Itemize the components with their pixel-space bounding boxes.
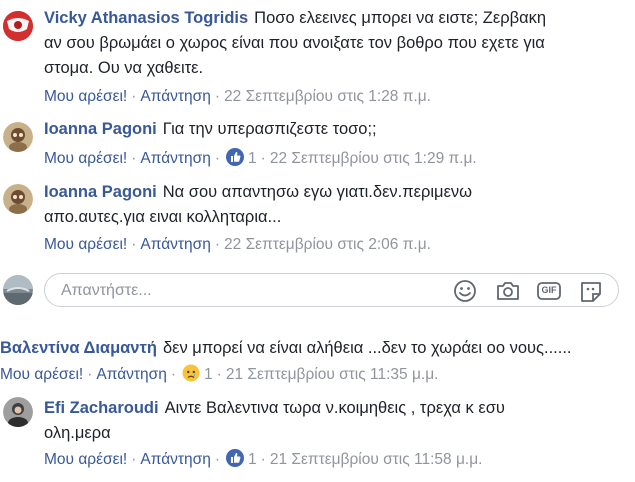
like-button[interactable]: Μου αρέσει! bbox=[44, 150, 127, 167]
avatar-image-icon bbox=[3, 11, 33, 41]
timestamp[interactable]: 22 Σεπτεμβρίου στις 1:28 π.μ. bbox=[224, 88, 431, 105]
avatar[interactable] bbox=[3, 122, 33, 152]
like-button[interactable]: Μου αρέσει! bbox=[44, 88, 127, 105]
like-button[interactable]: Μου αρέσει! bbox=[0, 366, 83, 383]
comment-author[interactable]: Ioanna Pagoni bbox=[44, 183, 157, 201]
reply-button[interactable]: Απάντηση bbox=[140, 451, 210, 468]
separator: · bbox=[214, 236, 221, 253]
avatar-image-icon bbox=[3, 397, 33, 427]
reply-button[interactable]: Απάντηση bbox=[140, 236, 210, 253]
reply-input[interactable] bbox=[59, 280, 443, 302]
separator: · bbox=[214, 150, 221, 167]
avatar-image-icon bbox=[3, 122, 33, 152]
comment-author[interactable]: Efi Zacharoudi bbox=[44, 399, 159, 417]
timestamp[interactable]: 22 Σεπτεμβρίου στις 2:06 π.μ. bbox=[224, 236, 431, 253]
comment-text-line: αν σου βρωμάει ο χωρος είναι που ανοιξατ… bbox=[44, 34, 545, 52]
separator: · bbox=[216, 366, 222, 383]
comment-actions: Μου αρέσει! · Απάντηση · 1 · 21 Σεπτεμβρίου στ… bbox=[0, 364, 438, 388]
reply-button[interactable]: Απάντηση bbox=[140, 88, 210, 105]
comment-text-line: Για την υπερασπιζεστε τοσο;; bbox=[162, 120, 377, 138]
sad-reaction-icon[interactable] bbox=[182, 364, 200, 388]
gif-icon[interactable]: GIF bbox=[536, 279, 562, 303]
comment-actions: Μου αρέσει! · Απάντηση · 22 Σεπτεμβρίου στις… bbox=[44, 235, 431, 255]
separator: · bbox=[214, 451, 221, 468]
sticker-icon[interactable] bbox=[578, 279, 604, 303]
emoji-icon[interactable] bbox=[452, 279, 478, 303]
timestamp[interactable]: 21 Σεπτεμβρίου στις 11:58 μ.μ. bbox=[270, 451, 483, 468]
comment-actions: Μου αρέσει! · Απάντηση · 1 · 22 Σεπτεμβρίου στ… bbox=[44, 148, 477, 172]
comment-author[interactable]: Vicky Athanasios Togridis bbox=[44, 9, 248, 27]
separator: · bbox=[260, 451, 266, 468]
camera-icon[interactable] bbox=[495, 279, 521, 303]
like-button[interactable]: Μου αρέσει! bbox=[44, 236, 127, 253]
comment-text-line: Να σου απαντησω εγω γιατι.δεν.περιμενω bbox=[162, 183, 473, 201]
separator: · bbox=[131, 150, 137, 167]
comment-text-line: δεν μπορεί να είναι αλήθεια ...δεν το χω… bbox=[162, 339, 572, 357]
separator: · bbox=[260, 150, 266, 167]
timestamp[interactable]: 21 Σεπτεμβρίου στις 11:35 μ.μ. bbox=[226, 366, 439, 383]
like-reaction-icon[interactable] bbox=[226, 449, 245, 473]
gif-label: GIF bbox=[541, 285, 557, 295]
comment-text-line: Αιντε Βαλεντινα τωρα ν.κοιμηθεις , τρεχα… bbox=[164, 399, 505, 417]
comment-actions: Μου αρέσει! · Απάντηση · 1 · 21 Σεπτεμβρίου στ… bbox=[44, 449, 482, 473]
reaction-count[interactable]: 1 bbox=[248, 150, 257, 167]
current-user-avatar bbox=[3, 275, 33, 305]
avatar[interactable] bbox=[3, 11, 33, 41]
separator: · bbox=[131, 236, 137, 253]
reaction-count[interactable]: 1 bbox=[248, 451, 257, 468]
comment-body: Ioanna Pagoni Να σου απαντησω εγω γιατι.δ… bbox=[44, 180, 472, 205]
separator: · bbox=[170, 366, 177, 383]
comment-body: Efi Zacharoudi Αιντε Βαλεντινα τωρα ν.κοι… bbox=[44, 396, 505, 421]
like-button[interactable]: Μου αρέσει! bbox=[44, 451, 127, 468]
comment-author[interactable]: Βαλεντίνα Διαμαντή bbox=[0, 339, 157, 357]
comment-text-line: ολη.μερα bbox=[44, 424, 111, 442]
comment-author[interactable]: Ioanna Pagoni bbox=[44, 120, 157, 138]
separator: · bbox=[87, 366, 93, 383]
avatar-image-icon bbox=[3, 275, 33, 305]
comment-body: Βαλεντίνα Διαμαντή δεν μπορεί να είναι αλ… bbox=[0, 336, 572, 361]
avatar[interactable] bbox=[3, 397, 33, 427]
reply-composer[interactable]: GIF bbox=[44, 273, 619, 307]
separator: · bbox=[214, 88, 221, 105]
like-reaction-icon[interactable] bbox=[226, 148, 245, 172]
separator: · bbox=[131, 88, 137, 105]
comment-text-line: Ποσο ελεεινες μπορει να ειστε; Ζερβακη bbox=[254, 9, 547, 27]
reply-button[interactable]: Απάντηση bbox=[96, 366, 166, 383]
avatar[interactable] bbox=[3, 184, 33, 214]
reaction-count[interactable]: 1 bbox=[204, 366, 213, 383]
comment-body: Vicky Athanasios Togridis Ποσο ελεεινες μ… bbox=[44, 6, 546, 31]
comment-text-line: στομα. Ου να χαθειτε. bbox=[44, 59, 204, 77]
avatar-image-icon bbox=[3, 184, 33, 214]
comment-actions: Μου αρέσει! · Απάντηση · 22 Σεπτεμβρίου στις… bbox=[44, 87, 431, 107]
separator: · bbox=[131, 451, 137, 468]
timestamp[interactable]: 22 Σεπτεμβρίου στις 1:29 π.μ. bbox=[270, 150, 477, 167]
comment-text-line: απο.αυτες.για ειναι κολληταρια... bbox=[44, 208, 282, 226]
reply-button[interactable]: Απάντηση bbox=[140, 150, 210, 167]
comment-body: Ioanna Pagoni Για την υπερασπιζεστε τοσο;… bbox=[44, 117, 377, 142]
